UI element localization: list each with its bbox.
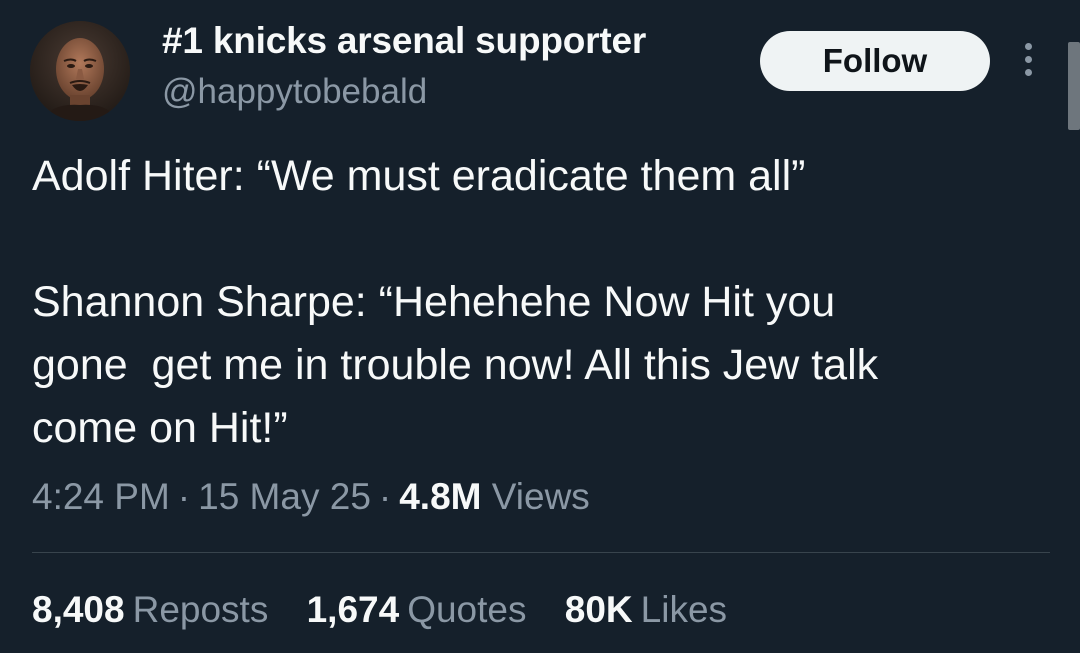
tweet-line: Shannon Sharpe: “Hehehehe Now Hit you [32, 278, 836, 326]
profile-photo-icon [30, 21, 130, 121]
tweet-time[interactable]: 4:24 PM [32, 476, 170, 517]
separator: · [177, 476, 191, 517]
quotes-stat[interactable]: 1,674 Quotes [307, 589, 527, 631]
scrollbar[interactable] [1068, 42, 1080, 130]
author-display-name[interactable]: #1 knicks arsenal supporter [162, 20, 646, 62]
quotes-label: Quotes [407, 589, 527, 630]
tweet-date[interactable]: 15 May 25 [198, 476, 371, 517]
separator: · [378, 476, 392, 517]
quotes-count: 1,674 [306, 589, 400, 630]
likes-stat[interactable]: 80K Likes [565, 589, 727, 631]
tweet-line: come on Hit!” [32, 404, 288, 452]
author-handle[interactable]: @happytobebald [162, 72, 427, 112]
views-label: Views [491, 476, 590, 517]
more-options-icon[interactable] [1014, 40, 1044, 80]
tweet-line: Adolf Hiter: “We must eradicate them all… [32, 152, 806, 200]
engagement-stats: 8,408 Reposts 1,674 Quotes 80K Likes [32, 589, 755, 631]
views-count: 4.8M [399, 476, 482, 517]
divider [32, 552, 1050, 553]
follow-button[interactable]: Follow [760, 31, 990, 91]
avatar[interactable] [30, 21, 130, 121]
tweet-text: Adolf Hiter: “We must eradicate them all… [32, 145, 1042, 460]
likes-label: Likes [640, 589, 728, 630]
tweet-meta: 4:24 PM · 15 May 25 · 4.8M Views [32, 476, 590, 518]
reposts-stat[interactable]: 8,408 Reposts [32, 589, 268, 631]
reposts-count: 8,408 [32, 589, 125, 630]
tweet-line: gone get me in trouble now! All this Jew… [32, 341, 879, 389]
reposts-label: Reposts [132, 589, 269, 630]
tweet-detail: #1 knicks arsenal supporter @happytobeba… [0, 0, 1080, 653]
likes-count: 80K [564, 589, 633, 630]
